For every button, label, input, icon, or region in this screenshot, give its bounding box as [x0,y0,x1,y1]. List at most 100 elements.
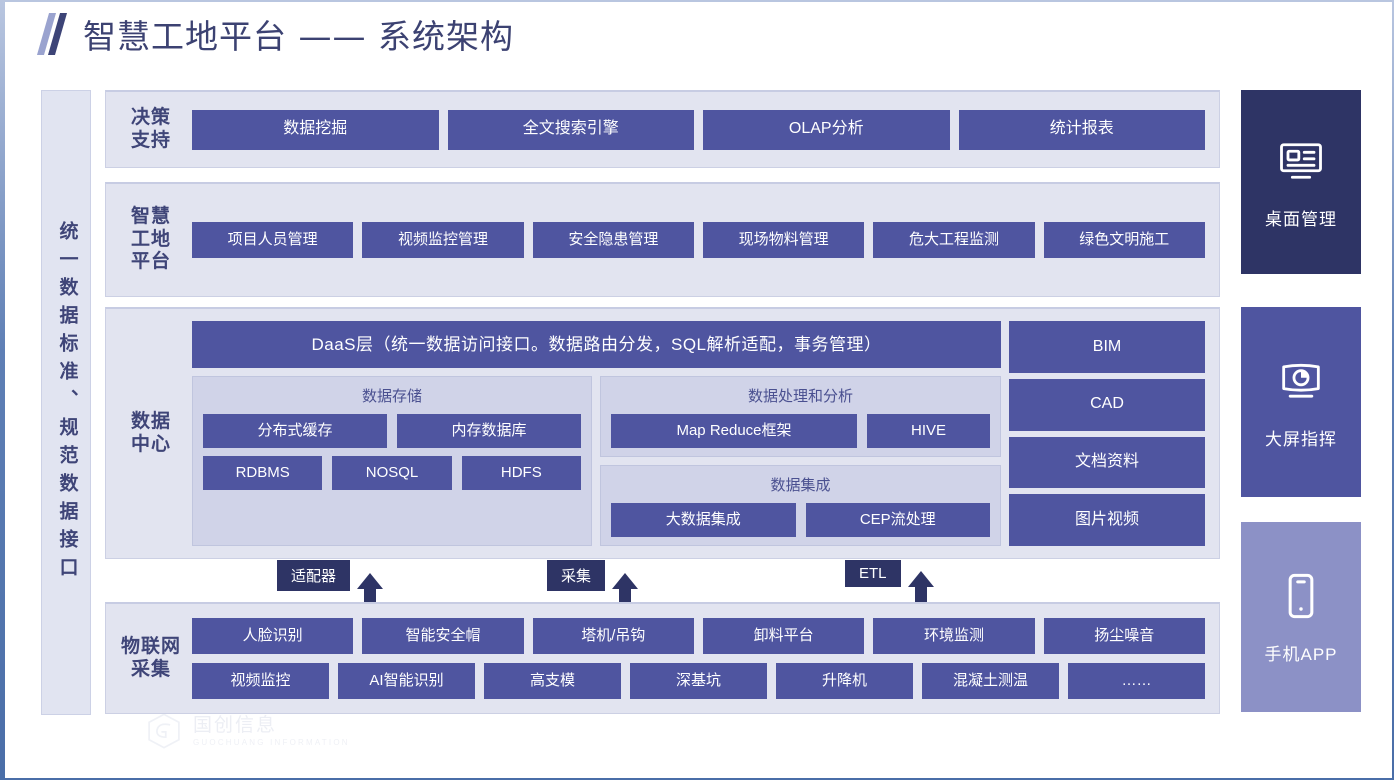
data-center-row: 数据 中心 DaaS层（统一数据访问接口。数据路由分发，SQL解析适配，事务管理… [105,307,1220,559]
big-screen-chart-icon [1275,355,1327,407]
platform-item-green-construction[interactable]: 绿色文明施工 [1044,222,1205,258]
iot-collection-row: 物联网 采集 人脸识别 智能安全帽 塔机/吊钩 卸料平台 环境监测 扬尘噪音 视… [105,602,1220,714]
iot-row-1: 人脸识别 智能安全帽 塔机/吊钩 卸料平台 环境监测 扬尘噪音 [192,618,1205,654]
connector-collect: 采集 [547,560,625,591]
smart-site-platform-label: 智慧 工地 平台 [120,206,182,273]
watermark: 国创信息 GUOCHUANG INFORMATION [143,708,443,754]
storage-item-nosql[interactable]: NOSQL [332,456,451,490]
resource-item-cad[interactable]: CAD [1009,379,1205,431]
data-center-label-line1: 数据 [131,411,171,433]
iot-items: 人脸识别 智能安全帽 塔机/吊钩 卸料平台 环境监测 扬尘噪音 视频监控 AI智… [192,618,1205,699]
iot-item-smart-helmet[interactable]: 智能安全帽 [362,618,523,654]
data-integration-title: 数据集成 [611,474,990,495]
side-card-big-screen[interactable]: 大屏指挥 [1241,307,1361,497]
page-title-row: 智慧工地平台 —— 系统架构 [41,10,514,58]
platform-label-line1: 智慧 [120,206,182,228]
connector-etl: ETL [845,560,921,587]
processing-item-mapreduce[interactable]: Map Reduce框架 [611,414,857,448]
data-storage-title: 数据存储 [203,385,581,406]
iot-item-high-formwork[interactable]: 高支模 [484,663,621,699]
storage-item-in-memory-db[interactable]: 内存数据库 [397,414,581,448]
platform-item-video[interactable]: 视频监控管理 [362,222,523,258]
resource-item-documents[interactable]: 文档资料 [1009,437,1205,489]
page-title: 智慧工地平台 —— 系统架构 [83,10,514,58]
daas-layer-block[interactable]: DaaS层（统一数据访问接口。数据路由分发，SQL解析适配，事务管理） [192,321,1001,368]
decision-item-fulltext-search[interactable]: 全文搜索引擎 [448,110,695,150]
decision-item-olap[interactable]: OLAP分析 [703,110,950,150]
watermark-cn: 国创信息 [193,716,350,735]
decision-support-label-line2: 支持 [120,130,182,152]
connector-adapter-label[interactable]: 适配器 [277,560,350,591]
side-card-mobile-app[interactable]: 手机APP [1241,522,1361,712]
platform-item-personnel[interactable]: 项目人员管理 [192,222,353,258]
processing-item-hive[interactable]: HIVE [867,414,990,448]
data-center-label: 数据 中心 [120,309,182,558]
decision-support-row: 决策 支持 数据挖掘 全文搜索引擎 OLAP分析 统计报表 [105,90,1220,168]
decision-support-label: 决策 支持 [120,107,182,152]
data-processing-column: 数据处理和分析 Map Reduce框架 HIVE 数据集成 大数据集成 CEP… [600,376,1001,546]
decision-item-reports[interactable]: 统计报表 [959,110,1206,150]
decision-support-label-line1: 决策 [120,107,182,129]
platform-item-material[interactable]: 现场物料管理 [703,222,864,258]
iot-item-dust-noise[interactable]: 扬尘噪音 [1044,618,1205,654]
data-storage-row-1: 分布式缓存 内存数据库 [203,414,581,448]
data-center-main: DaaS层（统一数据访问接口。数据路由分发，SQL解析适配，事务管理） 数据存储… [192,321,1001,546]
data-processing-title: 数据处理和分析 [611,385,990,406]
iot-item-face-recognition[interactable]: 人脸识别 [192,618,353,654]
storage-item-hdfs[interactable]: HDFS [462,456,581,490]
platform-label-line2: 工地 [120,229,182,251]
iot-row-2: 视频监控 AI智能识别 高支模 深基坑 升降机 混凝土测温 …… [192,663,1205,699]
data-resources-column: BIM CAD 文档资料 图片视频 [1009,321,1205,546]
iot-label-line1: 物联网 [120,636,182,658]
data-center-columns: 数据存储 分布式缓存 内存数据库 RDBMS NOSQL HDFS [192,376,1001,546]
side-card-mobile-app-label: 手机APP [1264,640,1337,665]
smart-site-platform-items: 项目人员管理 视频监控管理 安全隐患管理 现场物料管理 危大工程监测 绿色文明施… [192,222,1205,258]
double-slash-mark-icon [41,13,67,55]
data-storage-row-2: RDBMS NOSQL HDFS [203,456,581,490]
decision-support-items: 数据挖掘 全文搜索引擎 OLAP分析 统计报表 [192,110,1205,150]
iot-item-lifter[interactable]: 升降机 [776,663,913,699]
mobile-phone-icon [1275,570,1327,622]
data-integration-panel: 数据集成 大数据集成 CEP流处理 [600,465,1001,546]
storage-item-rdbms[interactable]: RDBMS [203,456,322,490]
iot-item-ai-recognition[interactable]: AI智能识别 [338,663,475,699]
data-integration-items: 大数据集成 CEP流处理 [611,503,990,537]
iot-item-concrete-temperature[interactable]: 混凝土测温 [922,663,1059,699]
data-processing-panel: 数据处理和分析 Map Reduce框架 HIVE [600,376,1001,457]
smart-site-platform-row: 智慧 工地 平台 项目人员管理 视频监控管理 安全隐患管理 现场物料管理 危大工… [105,182,1220,297]
watermark-en: GUOCHUANG INFORMATION [193,739,350,747]
iot-item-deep-foundation-pit[interactable]: 深基坑 [630,663,767,699]
monitor-dashboard-icon [1275,135,1327,187]
data-processing-items: Map Reduce框架 HIVE [611,414,990,448]
side-card-desktop-label: 桌面管理 [1265,205,1337,230]
iot-item-more[interactable]: …… [1068,663,1205,699]
resource-item-media[interactable]: 图片视频 [1009,494,1205,546]
architecture-diagram-canvas: 智慧工地平台 —— 系统架构 统一数据标准、规范数据接口 决策 支持 数据挖掘 … [0,0,1394,780]
side-card-desktop-management[interactable]: 桌面管理 [1241,90,1361,274]
integration-item-cep[interactable]: CEP流处理 [806,503,991,537]
connector-etl-label[interactable]: ETL [845,560,901,587]
data-center-label-line2: 中心 [131,434,171,456]
iot-item-unloading-platform[interactable]: 卸料平台 [703,618,864,654]
watermark-logo-icon [143,710,185,752]
platform-item-safety[interactable]: 安全隐患管理 [533,222,694,258]
connector-collect-label[interactable]: 采集 [547,560,605,591]
decision-item-data-mining[interactable]: 数据挖掘 [192,110,439,150]
unified-data-standard-label: 统一数据标准、规范数据接口 [56,221,77,585]
resource-item-bim[interactable]: BIM [1009,321,1205,373]
iot-label-line2: 采集 [120,659,182,681]
iot-item-video-surveillance[interactable]: 视频监控 [192,663,329,699]
watermark-text: 国创信息 GUOCHUANG INFORMATION [193,716,350,747]
iot-collection-label: 物联网 采集 [120,636,182,681]
iot-item-environment-monitor[interactable]: 环境监测 [873,618,1034,654]
platform-label-line3: 平台 [120,251,182,273]
data-storage-panel: 数据存储 分布式缓存 内存数据库 RDBMS NOSQL HDFS [192,376,592,546]
platform-item-major-hazard[interactable]: 危大工程监测 [873,222,1034,258]
side-card-big-screen-label: 大屏指挥 [1265,425,1337,450]
data-center-body: DaaS层（统一数据访问接口。数据路由分发，SQL解析适配，事务管理） 数据存储… [192,309,1205,558]
connector-row: 适配器 采集 ETL [105,560,1220,602]
connector-adapter: 适配器 [277,560,370,591]
storage-item-distributed-cache[interactable]: 分布式缓存 [203,414,387,448]
integration-item-bigdata[interactable]: 大数据集成 [611,503,796,537]
iot-item-tower-crane[interactable]: 塔机/吊钩 [533,618,694,654]
